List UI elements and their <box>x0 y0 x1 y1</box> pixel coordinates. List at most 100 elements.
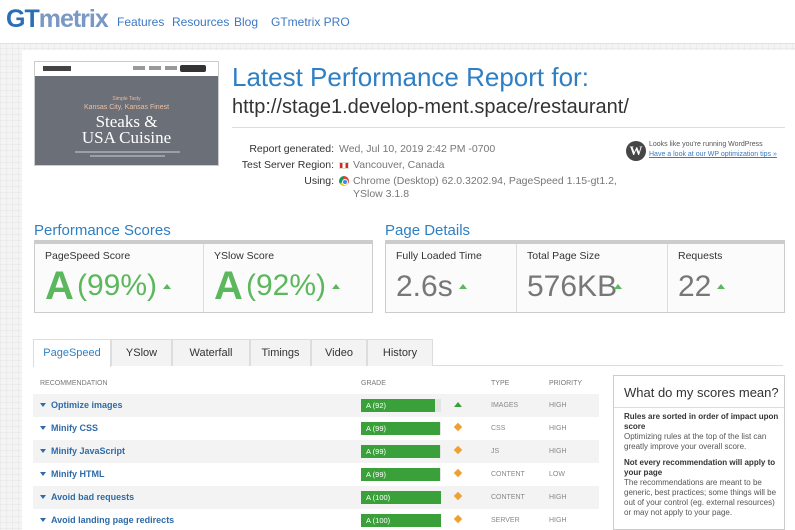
report-url: http://stage1.develop-ment.space/restaur… <box>232 96 629 118</box>
nav-blog[interactable]: Blog <box>234 15 258 29</box>
grade-bar: A (92) <box>361 399 441 412</box>
using-line1: Chrome (Desktop) 62.0.3202.94, PageSpeed… <box>353 175 617 187</box>
recommendation-name[interactable]: Avoid landing page redirects <box>51 515 174 525</box>
score-explanation-title: What do my scores mean? <box>624 385 779 400</box>
expand-caret-icon[interactable] <box>40 518 46 522</box>
pagespeed-score-cell: PageSpeed Score A (99%) <box>35 244 204 312</box>
explanation-heading-2: Not every recommendation will apply to y… <box>624 458 776 477</box>
pagespeed-score-label: PageSpeed Score <box>45 250 131 262</box>
header-divider <box>232 127 785 128</box>
nav-features[interactable]: Features <box>117 15 164 29</box>
thumbnail-logo <box>43 66 71 71</box>
chrome-icon <box>339 176 349 187</box>
tab-timings[interactable]: Timings <box>250 339 311 366</box>
recommendation-priority: High <box>549 494 567 501</box>
test-server-value: Vancouver, Canada <box>339 159 444 171</box>
column-header-recommendation: Recommendation <box>40 380 108 387</box>
page-screenshot-thumbnail[interactable]: Simple Tasty Kansas City, Kansas Finest … <box>34 61 219 166</box>
expand-caret-icon[interactable] <box>40 495 46 499</box>
fully-loaded-label: Fully Loaded Time <box>396 250 482 262</box>
requests-cell: Requests 22 <box>668 244 784 312</box>
grade-text: A (92) <box>366 401 387 410</box>
yslow-trend-up-icon <box>332 284 340 289</box>
grade-text: A (99) <box>366 424 387 433</box>
recommendation-name[interactable]: Optimize images <box>51 400 123 410</box>
trend-unchanged-icon <box>453 422 463 432</box>
report-generated-label: Report generated: <box>249 143 334 155</box>
thumbnail-small-tagline: Simple Tasty <box>112 96 141 102</box>
wordpress-tips-link[interactable]: Have a look at our WP optimization tips … <box>649 151 777 158</box>
column-header-type: Type <box>491 380 510 387</box>
explanation-text-2: The recommendations are meant to be gene… <box>624 478 777 517</box>
tab-pagespeed[interactable]: PageSpeed <box>33 339 111 367</box>
page-details-box: Fully Loaded Time 2.6s Total Page Size 5… <box>385 240 785 313</box>
grade-bar: A (99) <box>361 445 441 458</box>
grade-bar: A (99) <box>361 468 441 481</box>
recommendation-name[interactable]: Avoid bad requests <box>51 492 134 502</box>
expand-caret-icon[interactable] <box>40 449 46 453</box>
thumbnail-nav-2 <box>149 66 161 70</box>
requests-value: 22 <box>678 270 712 303</box>
expand-caret-icon[interactable] <box>40 472 46 476</box>
column-header-grade: Grade <box>361 380 386 387</box>
using-value: Chrome (Desktop) 62.0.3202.94, PageSpeed… <box>339 175 617 187</box>
table-row[interactable]: Minify JavaScript A (99) JS High <box>33 440 599 463</box>
nav-resources[interactable]: Resources <box>172 15 229 29</box>
grade-bar: A (100) <box>361 491 441 504</box>
column-header-priority: Priority <box>549 380 583 387</box>
recommendation-name[interactable]: Minify CSS <box>51 423 98 433</box>
page-details-title: Page Details <box>385 222 471 239</box>
score-explanation-panel: What do my scores mean? Rules are sorted… <box>613 375 785 530</box>
performance-scores-title: Performance Scores <box>34 222 171 239</box>
top-navigation-bar: GTmetrix Features Resources Blog GTmetri… <box>0 0 795 44</box>
report-title: Latest Performance Report for: <box>232 62 589 92</box>
logo-metrix-text: metrix <box>38 5 109 33</box>
report-content: Simple Tasty Kansas City, Kansas Finest … <box>22 50 795 530</box>
trend-unchanged-icon <box>453 468 463 478</box>
size-trend-up-icon <box>614 284 622 289</box>
using-label: Using: <box>304 175 334 187</box>
table-row[interactable]: Minify HTML A (99) Content Low <box>33 463 599 486</box>
wordpress-notice: Looks like you're running WordPress <box>649 141 763 148</box>
thumbnail-nav-1 <box>133 66 145 70</box>
using-value-line2: YSlow 3.1.8 <box>353 188 410 200</box>
grade-text: A (99) <box>366 470 387 479</box>
performance-scores-box: PageSpeed Score A (99%) YSlow Score A (9… <box>34 240 373 313</box>
explanation-text-1: Optimizing rules at the top of the list … <box>624 432 767 451</box>
table-row[interactable]: Avoid bad requests A (100) Content High <box>33 486 599 509</box>
recommendation-priority: High <box>549 402 567 409</box>
table-row[interactable]: Optimize images A (92) Images High <box>33 394 599 417</box>
thumbnail-nav-3 <box>165 66 177 70</box>
tab-video[interactable]: Video <box>311 339 367 366</box>
table-row[interactable]: Minify CSS A (99) CSS High <box>33 417 599 440</box>
thumbnail-button <box>180 65 206 72</box>
grade-text: A (100) <box>366 493 391 502</box>
recommendation-priority: Low <box>549 471 565 478</box>
expand-caret-icon[interactable] <box>40 403 46 407</box>
trend-up-icon <box>454 402 462 407</box>
recommendation-type: CSS <box>491 425 506 432</box>
grade-bar: A (100) <box>361 514 441 527</box>
nav-gtmetrix-pro[interactable]: GTmetrix PRO <box>271 15 350 29</box>
page-size-cell: Total Page Size 576KB <box>517 244 668 312</box>
fully-loaded-cell: Fully Loaded Time 2.6s <box>386 244 517 312</box>
table-row[interactable]: Avoid landing page redirects A (100) Serve… <box>33 509 599 530</box>
recommendation-name[interactable]: Minify JavaScript <box>51 446 125 456</box>
tab-yslow[interactable]: YSlow <box>111 339 172 366</box>
test-server-label: Test Server Region: <box>241 159 334 171</box>
thumbnail-text-line <box>75 151 180 153</box>
report-tabs: PageSpeed YSlow Waterfall Timings Video … <box>33 339 783 367</box>
tab-waterfall[interactable]: Waterfall <box>172 339 250 366</box>
expand-caret-icon[interactable] <box>40 426 46 430</box>
requests-trend-up-icon <box>717 284 725 289</box>
tab-history[interactable]: History <box>367 339 433 366</box>
recommendation-name[interactable]: Minify HTML <box>51 469 105 479</box>
recommendation-type: Server <box>491 517 520 524</box>
yslow-percent: (92%) <box>246 269 327 302</box>
server-region-text: Vancouver, Canada <box>353 159 445 171</box>
yslow-score-cell: YSlow Score A (92%) <box>204 244 372 312</box>
gtmetrix-logo[interactable]: GTmetrix <box>6 5 109 34</box>
grade-text: A (99) <box>366 447 387 456</box>
recommendation-type: JS <box>491 448 500 455</box>
panel-divider <box>614 407 784 408</box>
